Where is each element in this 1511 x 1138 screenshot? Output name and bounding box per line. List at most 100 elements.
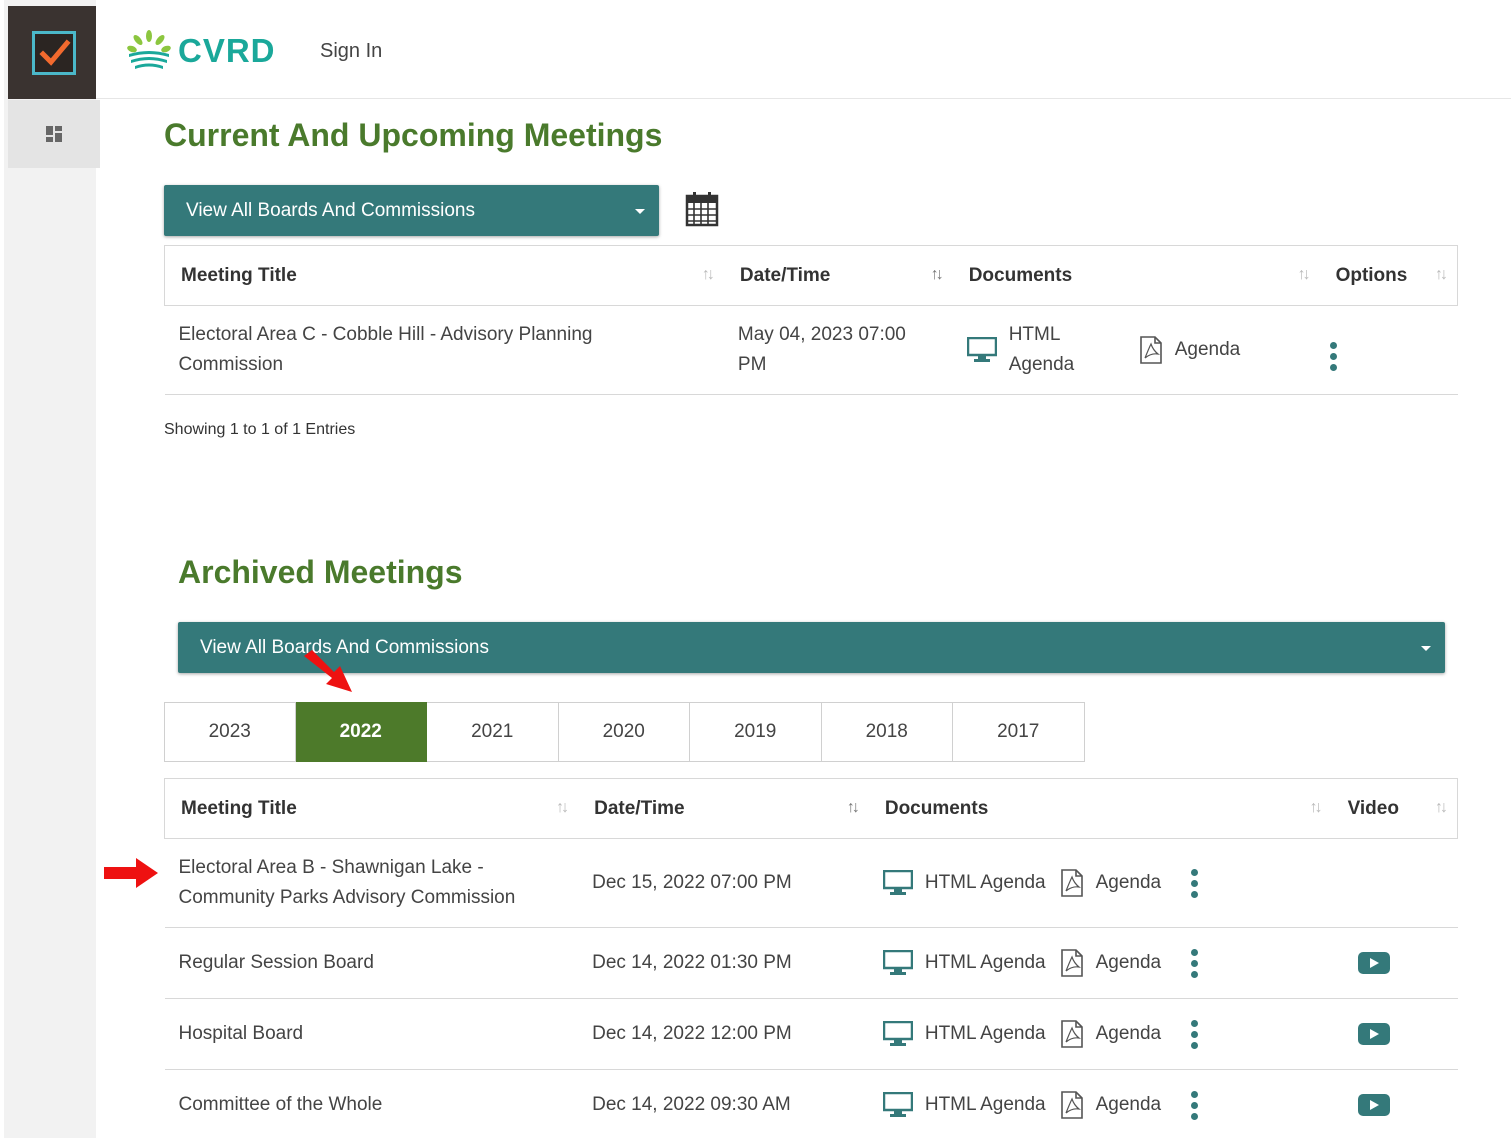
sort-icon: ↑↓ [1435, 799, 1448, 816]
agenda-pdf-link[interactable]: Agenda [1139, 335, 1241, 365]
documents-cell: HTML Agenda Agenda [868, 1069, 1332, 1138]
sort-icon: ↑↓ [1297, 266, 1311, 283]
html-agenda-link[interactable]: HTML Agenda [882, 948, 1046, 978]
col-datetime[interactable]: Date/Time ↑↓ [578, 778, 869, 839]
col-options-label: Options [1335, 264, 1408, 286]
pdf-icon [1060, 949, 1083, 977]
html-agenda-link[interactable]: HTML Agenda [882, 868, 1046, 898]
meeting-datetime-cell: Dec 14, 2022 09:30 AM [578, 1069, 869, 1138]
archived-boards-filter-dropdown[interactable]: View All Boards And Commissions [178, 622, 1445, 673]
current-meetings-table: Meeting Title ↑↓ Date/Time ↑↓ Documents ↑↓ … [163, 245, 1458, 395]
video-cell [1331, 927, 1458, 999]
agenda-pdf-link[interactable]: Agenda [1060, 1019, 1162, 1049]
tab-year-2021[interactable]: 2021 [427, 702, 559, 762]
tab-year-2018[interactable]: 2018 [821, 702, 953, 762]
agenda-pdf-link[interactable]: Agenda [1060, 948, 1162, 978]
video-play-icon[interactable] [1357, 1023, 1390, 1045]
cvrd-logo[interactable]: CVRD [126, 28, 276, 74]
meeting-title-cell[interactable]: Regular Session Board [164, 927, 579, 999]
calendar-view-button[interactable] [685, 191, 719, 232]
annotation-arrow-to-first-row [104, 858, 158, 888]
pdf-icon [1060, 1020, 1083, 1048]
col-meeting-title-label: Meeting Title [181, 797, 297, 819]
video-play-icon[interactable] [1357, 1094, 1390, 1116]
pdf-icon [1060, 869, 1083, 897]
html-agenda-label: HTML Agenda [924, 1094, 1046, 1115]
entries-count: Showing 1 to 1 of 1 Entries [164, 421, 356, 438]
html-agenda-link[interactable]: HTML Agenda [882, 1090, 1046, 1120]
agenda-label: Agenda [1174, 339, 1241, 360]
col-documents-label: Documents [884, 797, 989, 819]
logo-text: CVRD [178, 32, 276, 69]
documents-cell: HTML Agenda Agenda [868, 998, 1332, 1070]
dashboard-nav-button[interactable] [8, 100, 100, 168]
col-video[interactable]: Video ↑↓ [1331, 778, 1458, 839]
html-agenda-label: HTML Agenda [1008, 324, 1075, 375]
meeting-datetime-cell: May 04, 2023 07:00 PM [723, 305, 953, 395]
tab-year-2023[interactable]: 2023 [164, 702, 296, 762]
agenda-label: Agenda [1095, 872, 1162, 893]
table-row: Electoral Area B - Shawnigan Lake - Comm… [164, 838, 1458, 928]
html-agenda-link[interactable]: HTML Agenda [966, 320, 1139, 380]
archived-meetings-title: Archived Meetings [178, 554, 463, 590]
more-options-icon[interactable] [1191, 1019, 1199, 1049]
agenda-label: Agenda [1095, 1023, 1162, 1044]
documents-cell: HTML Agenda Agenda [868, 838, 1332, 928]
documents-cell: HTML Agenda Agenda [952, 305, 1320, 395]
video-cell [1331, 838, 1458, 928]
col-meeting-title[interactable]: Meeting Title ↑↓ [163, 245, 724, 306]
meeting-datetime-cell: Dec 14, 2022 12:00 PM [578, 998, 869, 1070]
more-options-icon[interactable] [1191, 868, 1199, 898]
col-options[interactable]: Options ↑↓ [1319, 245, 1458, 306]
table-row: Electoral Area C - Cobble Hill - Advisor… [164, 305, 1458, 395]
col-meeting-title-label: Meeting Title [181, 264, 297, 286]
monitor-icon [882, 870, 913, 895]
more-options-icon[interactable] [1191, 1090, 1199, 1120]
meeting-title-cell[interactable]: Electoral Area B - Shawnigan Lake - Comm… [164, 838, 579, 928]
agenda-pdf-link[interactable]: Agenda [1060, 1090, 1162, 1120]
meeting-title-cell[interactable]: Electoral Area C - Cobble Hill - Advisor… [164, 305, 724, 395]
sort-icon: ↑↓ [701, 266, 715, 283]
app-launcher-button[interactable] [8, 6, 100, 99]
video-play-icon[interactable] [1357, 952, 1390, 974]
more-options-icon[interactable] [1191, 948, 1199, 978]
monitor-icon [966, 337, 997, 362]
pdf-icon [1139, 336, 1162, 364]
tab-year-2019[interactable]: 2019 [690, 702, 822, 762]
chevron-down-icon [635, 208, 645, 214]
meeting-datetime-cell: Dec 15, 2022 07:00 PM [578, 838, 869, 928]
video-cell [1331, 998, 1458, 1070]
col-documents-label: Documents [968, 264, 1073, 286]
archived-meetings-table: Meeting Title ↑↓ Date/Time ↑↓ Documents ↑↓ … [164, 778, 1458, 1138]
sort-icon: ↑↓ [1435, 266, 1448, 283]
top-header: CVRD Sign In [96, 6, 1511, 99]
annotation-arrow-to-2022-tab [304, 650, 352, 692]
agenda-pdf-link[interactable]: Agenda [1060, 868, 1162, 898]
tab-year-2017[interactable]: 2017 [953, 702, 1085, 762]
col-datetime[interactable]: Date/Time ↑↓ [723, 245, 953, 306]
tab-year-2022[interactable]: 2022 [295, 702, 427, 762]
monitor-icon [882, 1021, 913, 1046]
sign-in-link[interactable]: Sign In [320, 40, 382, 63]
meeting-title-cell[interactable]: Hospital Board [164, 998, 579, 1070]
html-agenda-link[interactable]: HTML Agenda [882, 1019, 1046, 1049]
sort-icon: ↑↓ [556, 799, 569, 816]
agenda-label: Agenda [1095, 952, 1162, 973]
sort-icon: ↑↓ [846, 799, 860, 816]
col-documents[interactable]: Documents ↑↓ [868, 778, 1332, 839]
col-meeting-title[interactable]: Meeting Title ↑↓ [164, 778, 579, 839]
current-meetings-title: Current And Upcoming Meetings [164, 117, 663, 153]
more-options-icon[interactable] [1329, 342, 1338, 371]
meeting-title-cell[interactable]: Committee of the Whole [164, 1069, 579, 1138]
current-boards-filter-dropdown[interactable]: View All Boards And Commissions [164, 185, 659, 236]
main-content: Current And Upcoming Meetings View All B… [136, 99, 1511, 1138]
agenda-label: Agenda [1095, 1094, 1162, 1115]
tab-year-2020[interactable]: 2020 [558, 702, 690, 762]
table-row: Hospital Board Dec 14, 2022 12:00 PM HTM… [164, 998, 1458, 1070]
meeting-datetime-cell: Dec 14, 2022 01:30 PM [578, 927, 869, 999]
col-documents[interactable]: Documents ↑↓ [952, 245, 1320, 306]
video-cell [1331, 1069, 1458, 1138]
html-agenda-label: HTML Agenda [924, 952, 1046, 973]
monitor-icon [882, 1092, 913, 1117]
monitor-icon [882, 950, 913, 975]
